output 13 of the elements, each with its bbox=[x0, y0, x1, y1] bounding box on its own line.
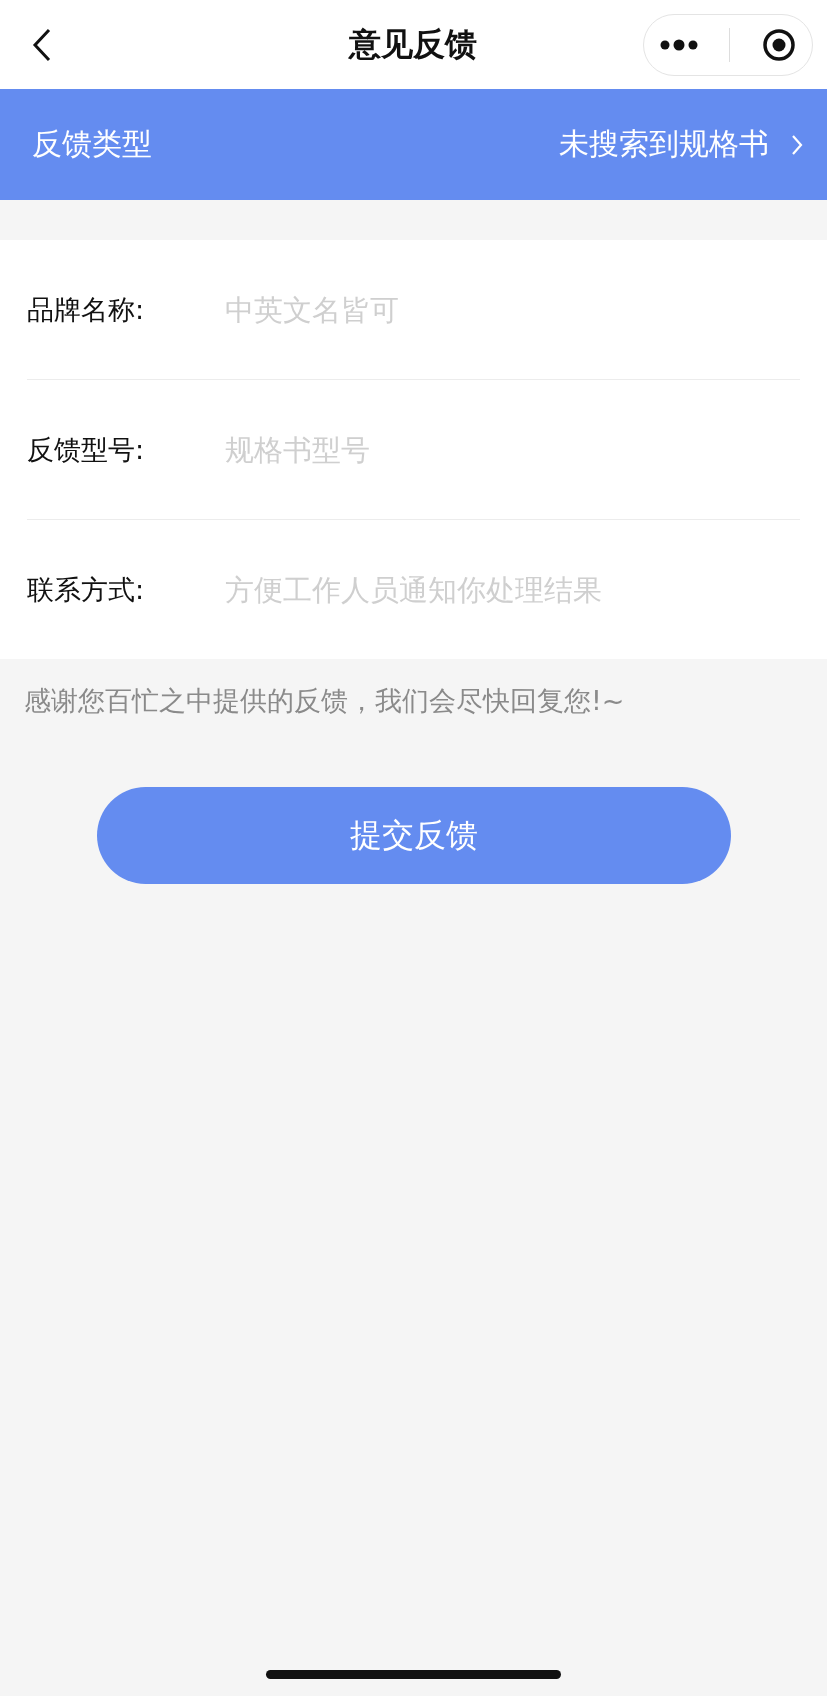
back-icon[interactable] bbox=[32, 27, 52, 62]
row-label: 反馈类型 bbox=[32, 125, 152, 163]
submit-button[interactable]: 提交反馈 bbox=[96, 787, 731, 884]
field-label: 品牌名称: bbox=[27, 292, 146, 327]
row-value: 未搜索到规格书 bbox=[559, 125, 769, 163]
field-label: 联系方式: bbox=[27, 572, 146, 607]
more-icon[interactable] bbox=[659, 38, 698, 51]
field-label: 反馈型号: bbox=[27, 432, 146, 467]
thank-you-note: 感谢您百忙之中提供的反馈，我们会尽快回复您!~ bbox=[23, 684, 626, 718]
close-icon[interactable] bbox=[762, 27, 797, 62]
chevron-icon bbox=[791, 133, 803, 156]
feedback-type-row[interactable]: 反馈类型 未搜索到规格书 bbox=[0, 89, 827, 200]
page-title: 意见反馈 bbox=[347, 23, 478, 65]
